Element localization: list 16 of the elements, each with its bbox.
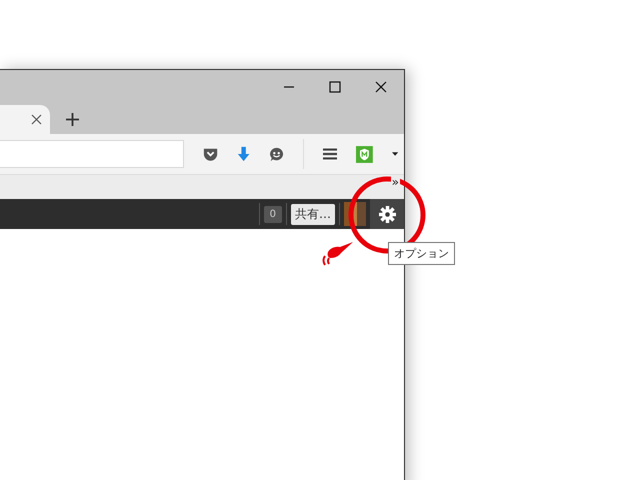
new-tab-icon[interactable] (66, 113, 79, 126)
maximize-icon[interactable] (329, 80, 341, 92)
settings-button[interactable] (370, 199, 404, 229)
close-icon[interactable] (375, 80, 387, 92)
share-button[interactable]: 共有… (291, 204, 335, 224)
tooltip: オプション (388, 242, 455, 265)
smiley-icon[interactable] (268, 146, 284, 162)
caret-icon[interactable] (392, 152, 398, 156)
count-badge: 0 (264, 206, 282, 222)
settings-icon (378, 206, 396, 222)
menu-icon[interactable] (322, 147, 337, 161)
pointing-hand-drawing (320, 240, 354, 268)
download-icon[interactable] (236, 146, 250, 162)
pocket-icon[interactable] (202, 146, 218, 162)
shield-icon[interactable] (356, 144, 373, 164)
close-icon[interactable] (31, 114, 42, 125)
